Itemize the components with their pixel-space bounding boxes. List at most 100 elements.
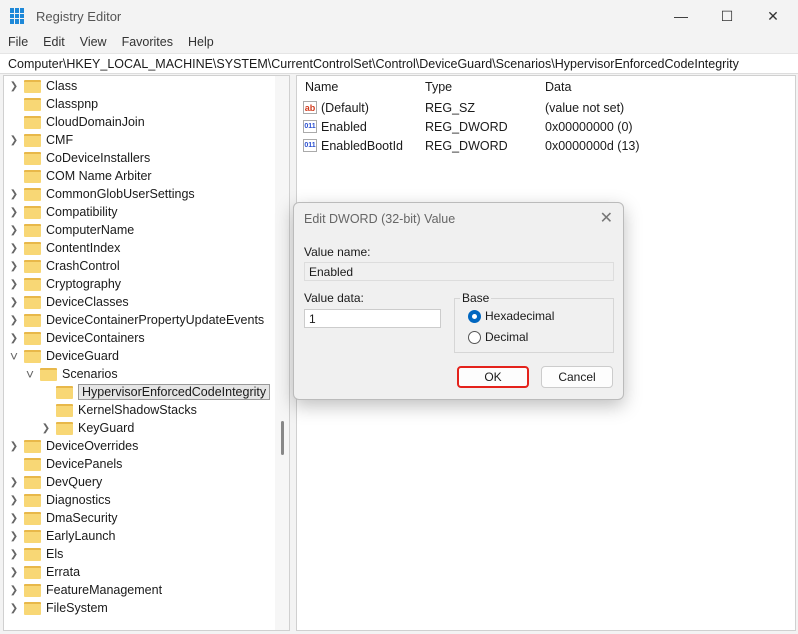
tree-item[interactable]: DevicePanels [8, 455, 122, 473]
hexadecimal-radio[interactable]: Hexadecimal [468, 309, 554, 323]
tree-item[interactable]: CoDeviceInstallers [8, 149, 150, 167]
cancel-button[interactable]: Cancel [541, 366, 613, 388]
menu-favorites[interactable]: Favorites [122, 35, 173, 49]
tree-item[interactable]: ❯ Compatibility [8, 203, 118, 221]
value-data-label: Value data: [304, 291, 364, 305]
tree-item[interactable]: ˅ DeviceGuard [8, 347, 119, 365]
tree-item[interactable]: ❯ Cryptography [8, 275, 121, 293]
tree-item-label: Class [46, 79, 78, 93]
tree-item-label: DmaSecurity [46, 511, 118, 525]
decimal-radio[interactable]: Decimal [468, 330, 528, 344]
tree-item-label: COM Name Arbiter [46, 169, 152, 183]
expand-chevron-icon[interactable]: ❯ [8, 243, 20, 254]
scrollbar-thumb[interactable] [281, 421, 284, 455]
column-header-type[interactable]: Type [425, 80, 452, 94]
decimal-label: Decimal [485, 330, 529, 344]
expand-chevron-icon[interactable]: ❯ [8, 297, 20, 308]
expand-chevron-icon[interactable]: ❯ [8, 531, 20, 542]
value-row[interactable]: 011 Enabled REG_DWORD 0x00000000 (0) [303, 117, 783, 136]
tree-item[interactable]: ❯ ComputerName [8, 221, 134, 239]
tree-item-label: Compatibility [46, 205, 118, 219]
tree-item[interactable]: ❯ DmaSecurity [8, 509, 118, 527]
tree-item[interactable]: CloudDomainJoin [8, 113, 145, 131]
tree-item[interactable]: ❯ ContentIndex [8, 239, 121, 257]
menu-help[interactable]: Help [188, 35, 214, 49]
expand-chevron-icon[interactable]: ❯ [8, 333, 20, 344]
tree-item[interactable]: ❯ DeviceClasses [8, 293, 129, 311]
dialog-close-icon[interactable]: ✕ [600, 208, 613, 228]
tree-item[interactable]: KernelShadowStacks [40, 401, 197, 419]
close-button[interactable]: ✕ [750, 0, 796, 32]
expand-chevron-icon[interactable]: ❯ [8, 513, 20, 524]
folder-icon [24, 349, 41, 363]
string-value-icon: ab [303, 101, 317, 114]
maximize-button[interactable]: ☐ [704, 0, 750, 32]
value-name: (Default) [321, 100, 369, 115]
folder-icon [24, 529, 41, 543]
menu-view[interactable]: View [80, 35, 107, 49]
value-name: EnabledBootId [321, 138, 404, 153]
tree-item-label: FeatureManagement [46, 583, 163, 597]
ok-button[interactable]: OK [457, 366, 529, 388]
expand-chevron-icon[interactable]: ❯ [8, 315, 20, 326]
tree-item[interactable]: HypervisorEnforcedCodeIntegrity [40, 383, 271, 401]
tree-item-label: HypervisorEnforcedCodeIntegrity [78, 384, 271, 400]
tree-item[interactable]: ❯ Class [8, 77, 77, 95]
tree-item[interactable]: ˅ Scenarios [24, 365, 118, 383]
expand-chevron-icon[interactable]: ❯ [8, 477, 20, 488]
expand-chevron-icon[interactable]: ❯ [8, 207, 20, 218]
tree-item[interactable]: ❯ Diagnostics [8, 491, 111, 509]
folder-icon [24, 205, 41, 219]
value-row[interactable]: ab (Default) REG_SZ (value not set) [303, 98, 783, 117]
tree-item[interactable]: ❯ FeatureManagement [8, 581, 162, 599]
tree-item[interactable]: ❯ DeviceContainerPropertyUpdateEvents [8, 311, 264, 329]
tree-item-label: Scenarios [62, 367, 118, 381]
tree-item[interactable]: ❯ CMF [8, 131, 73, 149]
expand-chevron-icon[interactable]: ❯ [8, 279, 20, 290]
tree-item-label: Els [46, 547, 64, 561]
expand-chevron-icon[interactable]: ˅ [24, 366, 36, 382]
tree-item[interactable]: ❯ CrashControl [8, 257, 120, 275]
tree-item[interactable]: COM Name Arbiter [8, 167, 152, 185]
tree-item[interactable]: ❯ DevQuery [8, 473, 102, 491]
folder-icon [24, 439, 41, 453]
expand-chevron-icon[interactable]: ❯ [8, 495, 20, 506]
tree-item-label: CMF [46, 133, 74, 147]
tree-scrollbar[interactable] [275, 76, 289, 630]
tree-item[interactable]: ❯ FileSystem [8, 599, 108, 617]
value-data-input[interactable]: 1 [304, 309, 441, 328]
column-header-data[interactable]: Data [545, 80, 571, 94]
expand-chevron-icon[interactable]: ❯ [8, 585, 20, 596]
tree-item-label: KernelShadowStacks [78, 403, 197, 417]
expand-chevron-icon[interactable]: ❯ [8, 261, 20, 272]
menu-file[interactable]: File [8, 35, 28, 49]
tree-item[interactable]: ❯ CommonGlobUserSettings [8, 185, 195, 203]
tree-item-label: DeviceOverrides [46, 439, 139, 453]
expand-chevron-icon[interactable]: ❯ [8, 441, 20, 452]
tree-item[interactable]: Classpnp [8, 95, 98, 113]
radio-selected-icon [468, 309, 481, 323]
expand-chevron-icon[interactable]: ❯ [8, 549, 20, 560]
column-header-name[interactable]: Name [305, 80, 338, 94]
folder-icon [56, 385, 73, 399]
tree-item[interactable]: ❯ EarlyLaunch [8, 527, 116, 545]
expand-chevron-icon[interactable]: ˅ [8, 348, 20, 364]
tree-item[interactable]: ❯ Errata [8, 563, 80, 581]
expand-chevron-icon[interactable]: ❯ [8, 81, 20, 92]
expand-chevron-icon[interactable]: ❯ [8, 603, 20, 614]
expand-chevron-icon[interactable]: ❯ [8, 567, 20, 578]
tree-item[interactable]: ❯ Els [8, 545, 64, 563]
address-bar[interactable]: Computer\HKEY_LOCAL_MACHINE\SYSTEM\Curre… [0, 53, 798, 74]
menu-edit[interactable]: Edit [43, 35, 65, 49]
expand-chevron-icon[interactable]: ❯ [8, 189, 20, 200]
folder-icon [24, 331, 41, 345]
minimize-button[interactable]: — [658, 0, 704, 32]
tree-item[interactable]: ❯ DeviceContainers [8, 329, 145, 347]
expand-chevron-icon[interactable]: ❯ [40, 423, 52, 434]
expand-chevron-icon[interactable]: ❯ [8, 225, 20, 236]
value-row[interactable]: 011 EnabledBootId REG_DWORD 0x0000000d (13) [303, 136, 783, 155]
tree-item[interactable]: ❯ KeyGuard [40, 419, 134, 437]
window-title: Registry Editor [36, 8, 122, 24]
expand-chevron-icon[interactable]: ❯ [8, 135, 20, 146]
tree-item[interactable]: ❯ DeviceOverrides [8, 437, 139, 455]
